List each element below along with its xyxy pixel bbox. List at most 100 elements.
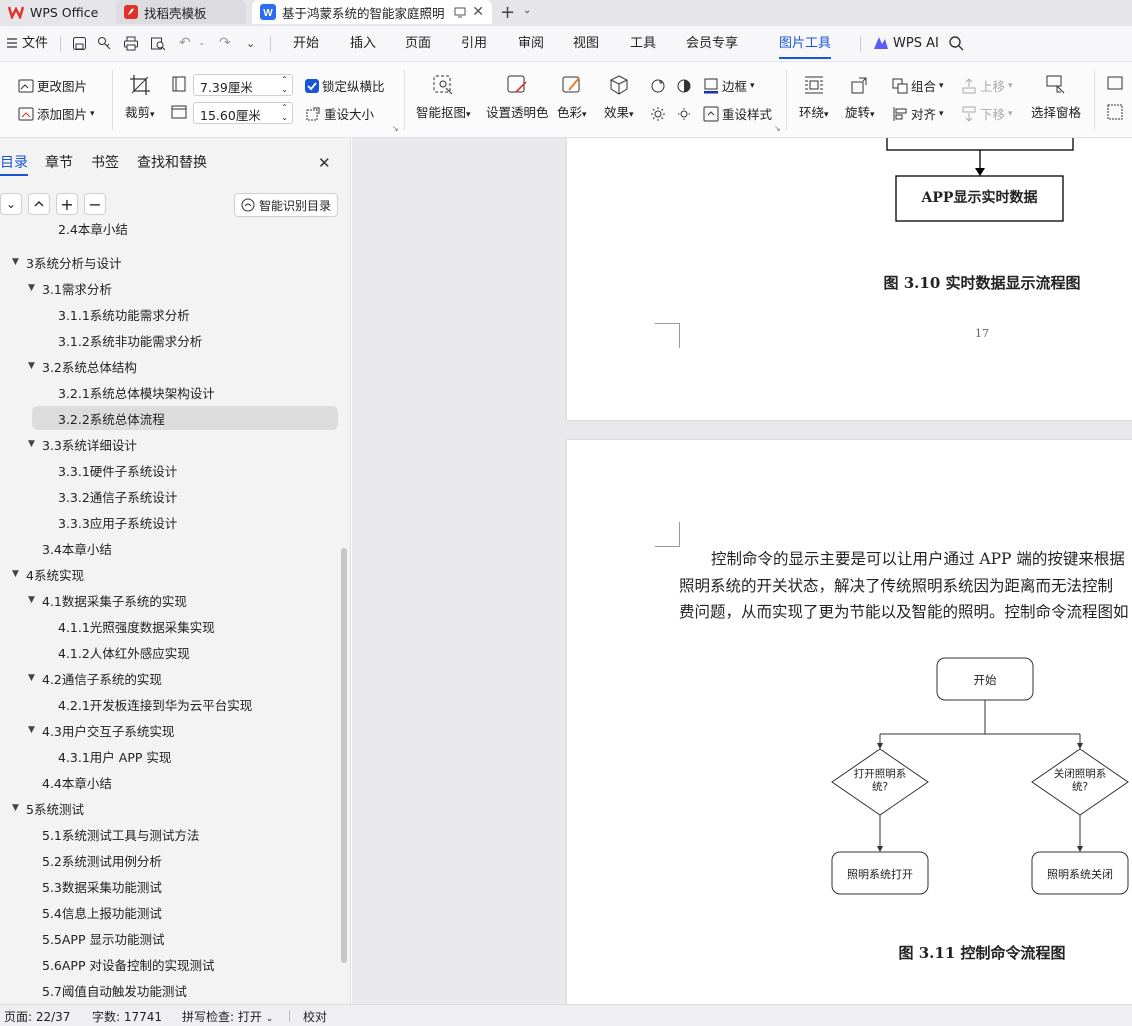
menu-insert[interactable]: 插入 (350, 26, 376, 62)
toc-item[interactable]: 4.3.1用户 APP 实现 (0, 744, 340, 768)
pane-scrollbar[interactable] (341, 548, 347, 963)
toc-item[interactable]: 3.3.3应用子系统设计 (0, 510, 340, 534)
expand-triangle-icon[interactable]: ▼ (12, 569, 19, 579)
toc-item[interactable]: 5.5APP 显示功能测试 (0, 926, 340, 950)
page-indicator[interactable]: 页面: 22/37 (4, 1008, 70, 1025)
expand-triangle-icon[interactable]: ▼ (28, 673, 35, 683)
width-input[interactable]: 7.39厘米 ⌃ ⌄ (193, 74, 293, 96)
tab-bookmarks[interactable]: 书签 (91, 152, 119, 172)
expand-all-button[interactable]: ⌄ (0, 193, 22, 215)
toc-item[interactable]: 3.2.2系统总体流程 (32, 406, 338, 430)
toc-item[interactable]: 5.6APP 对设备控制的实现测试 (0, 952, 340, 976)
toc-item[interactable]: ▼ 3.2系统总体结构 (0, 354, 340, 378)
rotate-button[interactable]: 旋转▾ (845, 74, 875, 121)
add-heading-button[interactable]: + (56, 193, 78, 215)
decrease-brightness-icon[interactable] (676, 106, 692, 122)
dialog-launcher-icon[interactable]: ↘ (774, 124, 781, 133)
toc-item[interactable]: ▼ 4.3用户交互子系统实现 (0, 718, 340, 742)
close-pane-icon[interactable]: ✕ (318, 154, 331, 172)
expand-triangle-icon[interactable]: ▼ (28, 439, 35, 449)
tab-find-replace[interactable]: 查找和替换 (137, 152, 207, 172)
new-tab-icon[interactable]: + (500, 2, 515, 23)
align-button[interactable]: 对齐 ▾ (892, 104, 944, 123)
menu-wps-ai[interactable]: WPS AI (893, 26, 939, 62)
lock-ratio-checkbox[interactable]: 锁定纵横比 (305, 76, 385, 95)
reset-size-button[interactable]: 重设大小 (305, 104, 374, 123)
expand-triangle-icon[interactable]: ▼ (28, 725, 35, 735)
tab-chapters[interactable]: 章节 (45, 152, 73, 172)
group-button[interactable]: 组合 ▾ (892, 76, 944, 95)
wrap-button[interactable]: 环绕▾ (799, 74, 829, 121)
menu-view[interactable]: 视图 (573, 26, 599, 62)
undo-dropdown-icon[interactable]: ⌄ (198, 38, 206, 48)
menu-picture-tools[interactable]: 图片工具 (779, 26, 832, 62)
height-input[interactable]: 15.60厘米 ⌃ ⌄ (193, 102, 293, 124)
border-button[interactable]: 边框 ▾ (703, 76, 755, 95)
menu-review[interactable]: 审阅 (518, 26, 544, 62)
save-icon[interactable] (72, 36, 87, 51)
tab-toc[interactable]: 目录 (0, 152, 28, 172)
menu-page[interactable]: 页面 (405, 26, 431, 62)
toc-item[interactable]: ▼ 5系统测试 (0, 796, 340, 820)
decrease-contrast-icon[interactable] (676, 78, 692, 94)
increase-brightness-icon[interactable] (650, 106, 666, 122)
toc-item[interactable]: 5.4信息上报功能测试 (0, 900, 340, 924)
selection-pane-button[interactable]: 选择窗格 (1031, 74, 1081, 121)
menu-tools[interactable]: 工具 (630, 26, 656, 62)
menu-file[interactable]: 文件 (22, 26, 48, 62)
tab-document[interactable]: W 基于鸿蒙系统的智能家庭照明 ✕ (252, 0, 492, 24)
toc-item[interactable]: 4.4本章小结 (0, 770, 340, 794)
key-icon[interactable] (97, 36, 112, 51)
more-tools-icon[interactable] (1107, 104, 1123, 120)
crop-button[interactable]: 裁剪▾ (125, 74, 155, 121)
toc-item[interactable]: ▼ 4系统实现 (0, 562, 340, 586)
toc-item[interactable]: ▼ 4.1数据采集子系统的实现 (0, 588, 340, 612)
smart-toc-button[interactable]: 智能识别目录 (234, 193, 338, 217)
toc-item[interactable]: 3.1.2系统非功能需求分析 (0, 328, 340, 352)
toc-item[interactable]: 3.3.2通信子系统设计 (0, 484, 340, 508)
toc-item[interactable]: 4.1.1光照强度数据采集实现 (0, 614, 340, 638)
effect-button[interactable]: 效果▾ (604, 74, 634, 121)
toc-item[interactable]: 3.4本章小结 (0, 536, 340, 560)
expand-triangle-icon[interactable]: ▼ (12, 803, 19, 813)
undo-icon[interactable]: ↶ (179, 35, 191, 51)
toc-item[interactable]: 5.3数据采集功能测试 (0, 874, 340, 898)
print-preview-icon[interactable] (150, 36, 166, 51)
expand-triangle-icon[interactable]: ▼ (28, 283, 35, 293)
reset-style-button[interactable]: 重设样式 (703, 104, 772, 123)
toc-item[interactable]: 3.1.1系统功能需求分析 (0, 302, 340, 326)
menu-member[interactable]: 会员专享 (686, 26, 738, 62)
toc-item[interactable]: ▼ 3系统分析与设计 (0, 250, 340, 274)
toc-item[interactable]: 5.1系统测试工具与测试方法 (0, 822, 340, 846)
hamburger-menu-icon[interactable] (6, 37, 18, 49)
color-button[interactable]: 色彩▾ (557, 74, 587, 121)
close-tab-icon[interactable]: ✕ (472, 4, 484, 20)
more-tools-icon[interactable] (1107, 76, 1123, 92)
tab-wps-office[interactable]: WPS Office (0, 0, 112, 24)
expand-triangle-icon[interactable]: ▼ (28, 595, 35, 605)
expand-triangle-icon[interactable]: ▼ (28, 361, 35, 371)
print-icon[interactable] (123, 36, 139, 51)
toc-item[interactable]: 3.3.1硬件子系统设计 (0, 458, 340, 482)
redo-icon[interactable]: ↷ (219, 35, 231, 51)
dialog-launcher-icon[interactable]: ↘ (392, 124, 399, 133)
toc-item[interactable]: 4.2.1开发板连接到华为云平台实现 (0, 692, 340, 716)
increase-contrast-icon[interactable] (650, 78, 666, 94)
toc-item[interactable]: ▼ 3.1需求分析 (0, 276, 340, 300)
move-down-button[interactable]: 下移 ▾ (961, 104, 1013, 123)
search-icon[interactable] (948, 35, 964, 51)
proofread-button[interactable]: 校对 (303, 1008, 327, 1025)
toc-item[interactable]: 3.2.1系统总体模块架构设计 (0, 380, 340, 404)
toc-item[interactable]: 5.2系统测试用例分析 (0, 848, 340, 872)
word-count[interactable]: 字数: 17741 (92, 1008, 162, 1025)
smart-cutout-button[interactable]: 智能抠图▾ (416, 74, 471, 121)
toc-item[interactable]: 2.4本章小结 (0, 220, 340, 237)
toc-item[interactable]: 4.1.2人体红外感应实现 (0, 640, 340, 664)
screen-icon[interactable] (454, 7, 466, 18)
menu-start[interactable]: 开始 (293, 26, 319, 62)
spell-check-toggle[interactable]: 拼写检查: 打开 ⌄ (182, 1008, 273, 1025)
toc-item[interactable]: 5.7阈值自动触发功能测试 (0, 978, 340, 1002)
toc-item[interactable]: ▼ 4.2通信子系统的实现 (0, 666, 340, 690)
tab-list-chevron-icon[interactable]: ⌄ (523, 5, 531, 16)
tab-daoke[interactable]: 找稻壳模板 (116, 0, 246, 24)
